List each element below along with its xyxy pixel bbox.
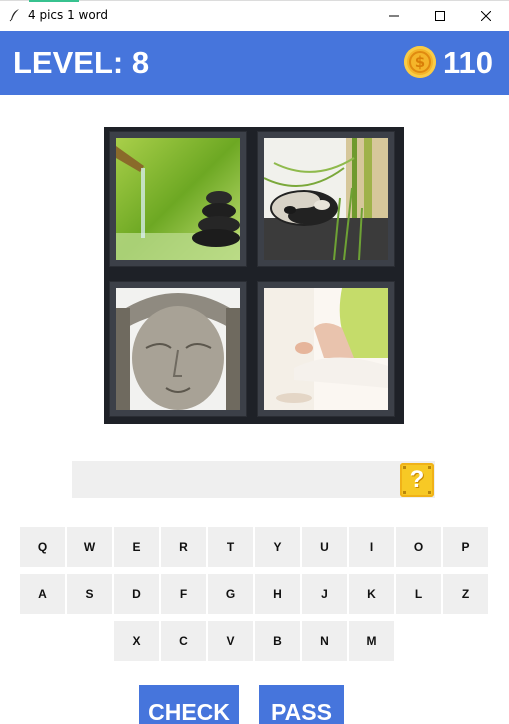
meditation-image [264, 288, 388, 410]
key-i[interactable]: I [349, 527, 394, 567]
key-c[interactable]: C [161, 621, 206, 661]
zen-stones-image [116, 138, 240, 260]
key-k[interactable]: K [349, 574, 394, 614]
key-r[interactable]: R [161, 527, 206, 567]
buddha-image [116, 288, 240, 410]
key-q[interactable]: Q [20, 527, 65, 567]
coin-count: 110 [443, 45, 494, 80]
key-z[interactable]: Z [443, 574, 488, 614]
dollar-coin-icon: $ [404, 46, 436, 78]
key-n[interactable]: N [302, 621, 347, 661]
key-e[interactable]: E [114, 527, 159, 567]
key-b[interactable]: B [255, 621, 300, 661]
maximize-button[interactable] [417, 0, 463, 31]
key-a[interactable]: A [20, 574, 65, 614]
key-u[interactable]: U [302, 527, 347, 567]
pass-button-label: PASS [271, 699, 332, 724]
maximize-icon [435, 10, 445, 21]
picture-buddha [109, 281, 247, 417]
yin-yang-image [264, 138, 388, 260]
key-x[interactable]: X [114, 621, 159, 661]
coin-symbol: $ [409, 51, 431, 73]
key-h[interactable]: H [255, 574, 300, 614]
hint-dot [428, 491, 431, 494]
check-button[interactable]: CHECK [139, 685, 239, 724]
key-m[interactable]: M [349, 621, 394, 661]
key-o[interactable]: O [396, 527, 441, 567]
window-title: 4 pics 1 word [28, 8, 109, 22]
answer-field[interactable] [72, 461, 435, 498]
picture-grid [104, 127, 404, 424]
key-g[interactable]: G [208, 574, 253, 614]
titlebar-accent [29, 0, 79, 2]
level-label: LEVEL: 8 [13, 45, 150, 80]
key-j[interactable]: J [302, 574, 347, 614]
key-y[interactable]: Y [255, 527, 300, 567]
key-d[interactable]: D [114, 574, 159, 614]
picture-meditation [257, 281, 395, 417]
key-s[interactable]: S [67, 574, 112, 614]
key-t[interactable]: T [208, 527, 253, 567]
hint-dot [403, 491, 406, 494]
pass-button[interactable]: PASS [259, 685, 344, 724]
close-icon [481, 10, 491, 21]
key-l[interactable]: L [396, 574, 441, 614]
key-v[interactable]: V [208, 621, 253, 661]
key-f[interactable]: F [161, 574, 206, 614]
minimize-button[interactable] [371, 0, 417, 31]
window-titlebar: 4 pics 1 word [0, 0, 509, 32]
key-p[interactable]: P [443, 527, 488, 567]
picture-yin-yang [257, 131, 395, 267]
question-block-icon: ? [409, 466, 425, 493]
close-button[interactable] [463, 0, 509, 31]
check-button-label: CHECK [148, 699, 230, 724]
hint-dot [428, 466, 431, 469]
key-w[interactable]: W [67, 527, 112, 567]
minimize-icon [389, 15, 399, 16]
feather-icon [9, 9, 19, 22]
hint-dot [403, 466, 406, 469]
hint-button[interactable]: ? [400, 463, 434, 497]
picture-zen-stones [109, 131, 247, 267]
